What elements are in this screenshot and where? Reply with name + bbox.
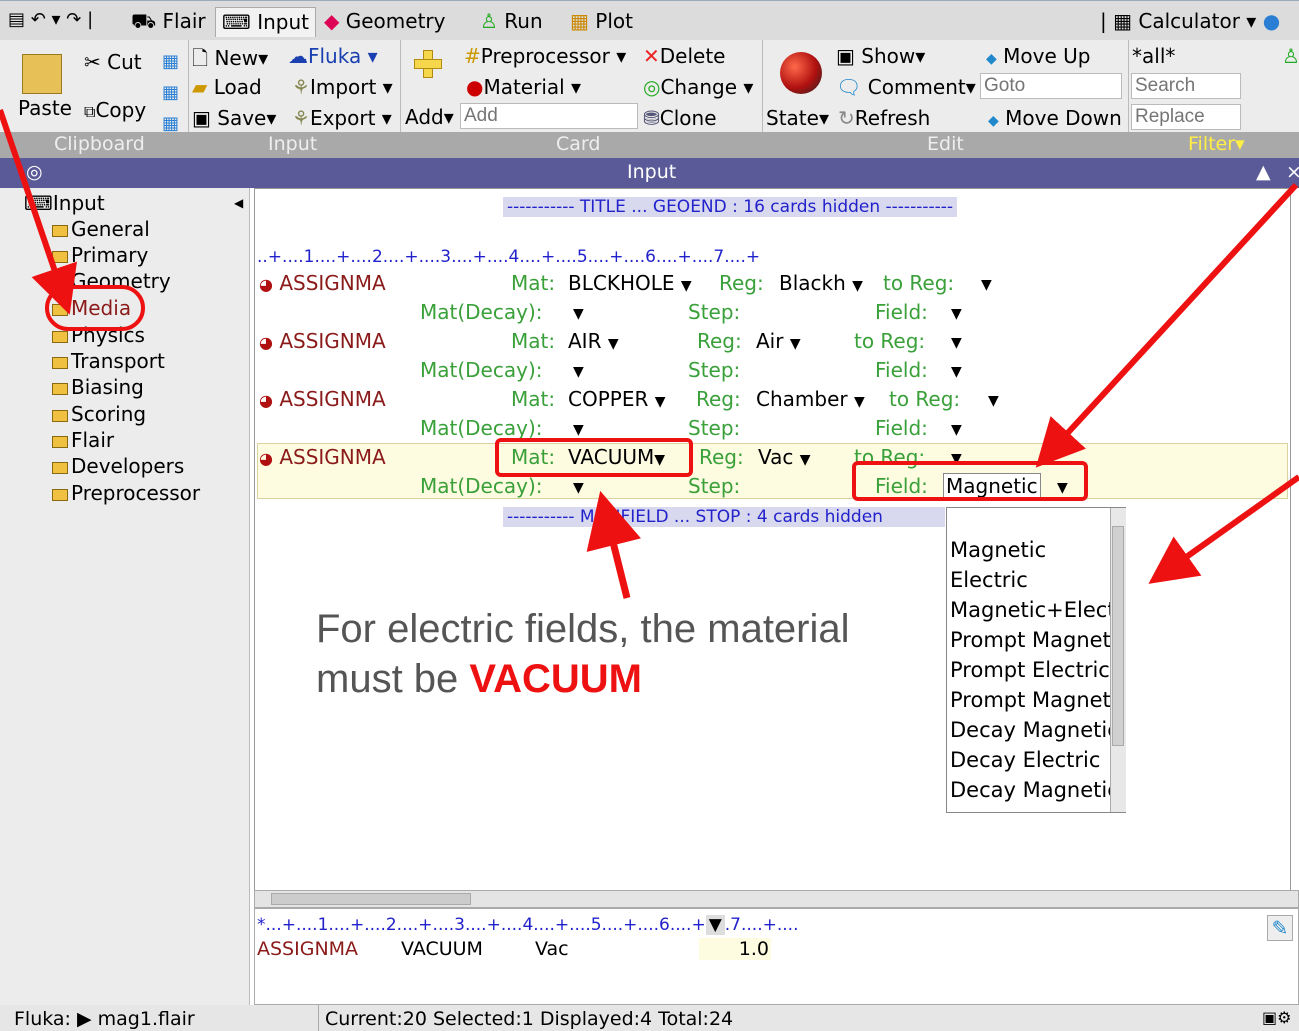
raw-card-editor[interactable]: *...+....1....+....2....+....3....+....4… (254, 908, 1299, 1005)
status-bar: Fluka: ▶ mag1.flair Current:20 Selected:… (0, 1005, 1299, 1031)
annotation-arrows (0, 109, 1299, 599)
horizontal-scrollbar[interactable] (254, 890, 1299, 908)
status-counts: Current:20 Selected:1 Displayed:4 Total:… (318, 1005, 733, 1031)
edit-pencil-icon[interactable]: ✎ (1267, 915, 1293, 941)
status-icons: ▣⚙ (1262, 1008, 1292, 1027)
raw-ruler: *...+....1....+....2....+....3....+....4… (257, 915, 799, 935)
raw-reg: Vac (535, 938, 569, 960)
arrow-to-dropdown (1148, 474, 1299, 584)
ruler-marker-icon: ▼ (705, 915, 725, 935)
arrow-to-field (1035, 182, 1299, 468)
raw-card-name: ASSIGNMA (257, 938, 359, 960)
arrow-to-media (0, 109, 77, 315)
arrow-to-vacuum (586, 490, 641, 599)
raw-mat: VACUUM (401, 938, 483, 960)
status-project: Fluka: ▶ mag1.flair (14, 1008, 195, 1030)
raw-value[interactable]: 1.0 (699, 938, 771, 960)
